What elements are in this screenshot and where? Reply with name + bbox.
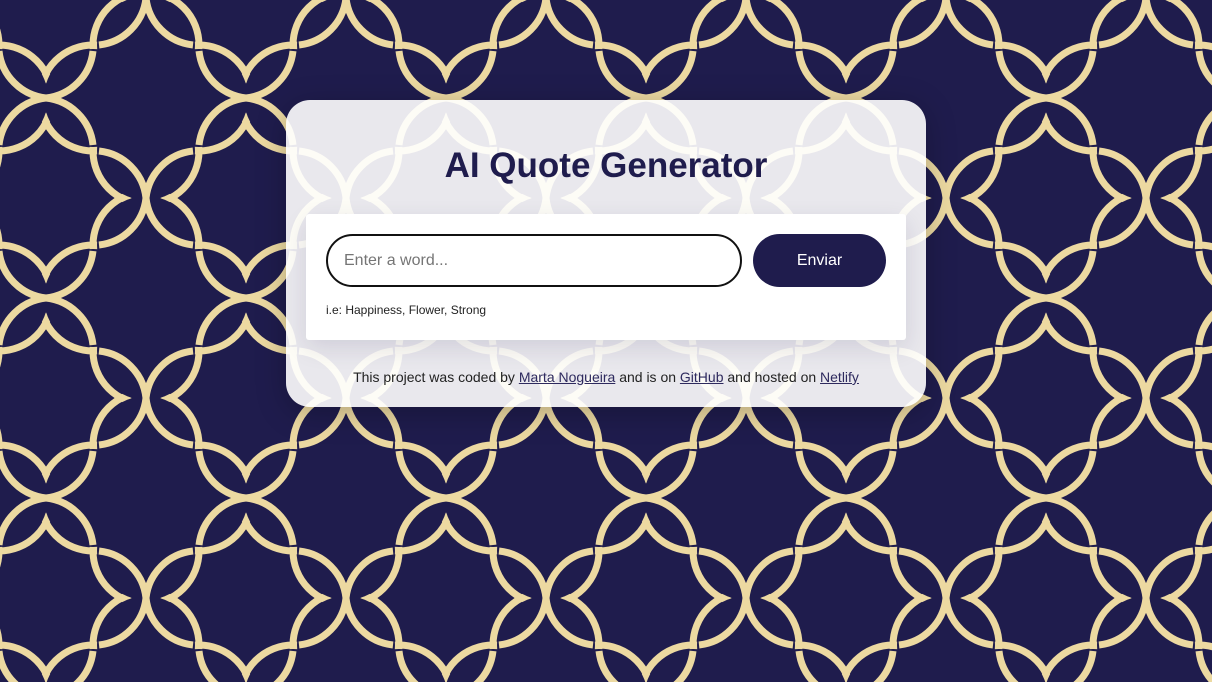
search-form: Enviar i.e: Happiness, Flower, Strong: [306, 214, 906, 340]
quote-card: AI Quote Generator Enviar i.e: Happiness…: [286, 100, 926, 407]
footer: This project was coded by Marta Nogueira…: [286, 369, 926, 385]
footer-text-hosted-on: and hosted on: [727, 369, 817, 385]
github-link[interactable]: GitHub: [680, 369, 724, 385]
footer-text-coded-by: This project was coded by: [353, 369, 515, 385]
page-title: AI Quote Generator: [444, 146, 768, 185]
send-button[interactable]: Enviar: [753, 234, 886, 287]
word-input[interactable]: [326, 234, 742, 287]
footer-text-is-on: and is on: [619, 369, 677, 385]
input-hint: i.e: Happiness, Flower, Strong: [326, 303, 487, 317]
author-link[interactable]: Marta Nogueira: [519, 369, 616, 385]
netlify-link[interactable]: Netlify: [820, 369, 859, 385]
